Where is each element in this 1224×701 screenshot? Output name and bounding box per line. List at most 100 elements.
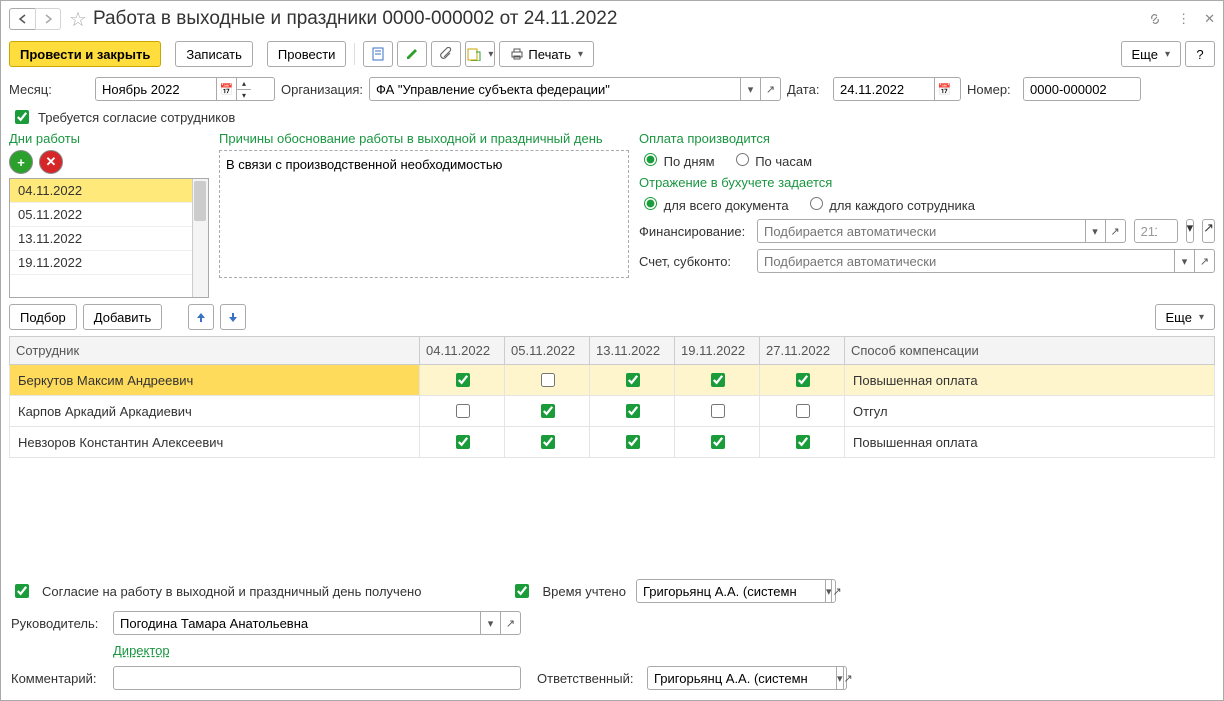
col-comp[interactable]: Способ компенсации (845, 337, 1215, 365)
day-checkbox[interactable] (541, 373, 555, 387)
day-checkbox[interactable] (456, 373, 470, 387)
link-icon[interactable] (1147, 11, 1163, 27)
day-checkbox[interactable] (626, 404, 640, 418)
day-checkbox[interactable] (796, 404, 810, 418)
nav-forward-button[interactable] (35, 8, 61, 30)
open-icon[interactable]: ↗ (831, 580, 841, 602)
consent-required-checkbox[interactable] (15, 110, 29, 124)
month-up[interactable]: ▴ (237, 78, 251, 89)
dropdown-icon[interactable]: ▾ (1174, 250, 1194, 272)
move-down-button[interactable] (220, 304, 246, 330)
calendar-icon[interactable]: 📅 (216, 78, 236, 100)
date-row[interactable]: 13.11.2022 (10, 227, 208, 251)
open-icon[interactable]: ↗ (1202, 219, 1215, 243)
day-checkbox[interactable] (456, 435, 470, 449)
account-input[interactable]: ▾ ↗ (757, 249, 1215, 273)
cell-check[interactable] (590, 427, 675, 458)
add-row-button[interactable]: Добавить (83, 304, 162, 330)
dropdown-icon[interactable]: ▾ (1186, 219, 1195, 243)
time-user-input[interactable]: ▾ ↗ (636, 579, 836, 603)
day-checkbox[interactable] (541, 404, 555, 418)
edit-icon-button[interactable] (397, 41, 427, 67)
radio-for-each[interactable]: для каждого сотрудника (805, 194, 975, 213)
col-employee[interactable]: Сотрудник (10, 337, 420, 365)
col-date[interactable]: 19.11.2022 (675, 337, 760, 365)
cell-check[interactable] (420, 427, 505, 458)
day-checkbox[interactable] (626, 435, 640, 449)
comment-input[interactable] (113, 666, 521, 690)
date-row[interactable]: 05.11.2022 (10, 203, 208, 227)
cell-check[interactable] (420, 365, 505, 396)
cell-check[interactable] (675, 396, 760, 427)
star-icon[interactable]: ☆ (69, 7, 87, 32)
day-checkbox[interactable] (711, 435, 725, 449)
date-row[interactable]: 04.11.2022 (10, 179, 208, 203)
cell-check[interactable] (505, 365, 590, 396)
kebab-icon[interactable]: ⋮ (1177, 11, 1190, 27)
save-button[interactable]: Записать (175, 41, 253, 67)
post-and-close-button[interactable]: Провести и закрыть (9, 41, 161, 67)
cell-check[interactable] (675, 427, 760, 458)
remove-date-button[interactable]: ✕ (39, 150, 63, 174)
day-checkbox[interactable] (541, 435, 555, 449)
close-icon[interactable]: ✕ (1204, 11, 1215, 27)
cell-check[interactable] (505, 427, 590, 458)
cell-check[interactable] (760, 396, 845, 427)
cell-comp[interactable]: Повышенная оплата (845, 365, 1215, 396)
col-date[interactable]: 13.11.2022 (590, 337, 675, 365)
radio-for-doc[interactable]: для всего документа (639, 194, 789, 213)
cell-check[interactable] (420, 396, 505, 427)
cell-check[interactable] (590, 365, 675, 396)
cell-check[interactable] (675, 365, 760, 396)
col-date[interactable]: 05.11.2022 (505, 337, 590, 365)
head-input[interactable]: ▾ ↗ (113, 611, 521, 635)
month-input[interactable]: 📅 ▴ ▾ (95, 77, 275, 101)
cell-employee[interactable]: Беркутов Максим Андреевич (10, 365, 420, 396)
attach-icon-button[interactable] (431, 41, 461, 67)
number-input[interactable] (1023, 77, 1141, 101)
cell-comp[interactable]: Повышенная оплата (845, 427, 1215, 458)
resp-input[interactable]: ▾ ↗ (647, 666, 847, 690)
dropdown-icon[interactable]: ▾ (480, 612, 500, 634)
consent-received-checkbox[interactable] (15, 584, 29, 598)
radio-by-days[interactable]: По дням (639, 150, 715, 169)
col-date[interactable]: 04.11.2022 (420, 337, 505, 365)
time-counted-checkbox[interactable] (515, 584, 529, 598)
scrollbar[interactable] (192, 179, 208, 297)
day-checkbox[interactable] (796, 435, 810, 449)
dropdown-icon[interactable]: ▾ (1085, 220, 1105, 242)
date-input[interactable]: 📅 (833, 77, 961, 101)
code-input[interactable] (1134, 219, 1178, 243)
open-icon[interactable]: ↗ (1105, 220, 1125, 242)
open-icon[interactable]: ↗ (760, 78, 780, 100)
cell-check[interactable] (760, 427, 845, 458)
cell-check[interactable] (760, 365, 845, 396)
help-button[interactable]: ? (1185, 41, 1215, 67)
cell-employee[interactable]: Карпов Аркадий Аркадиевич (10, 396, 420, 427)
nav-back-button[interactable] (9, 8, 35, 30)
reason-textarea[interactable]: В связи с производственной необходимость… (219, 150, 629, 278)
org-input[interactable]: ▾ ↗ (369, 77, 781, 101)
cell-check[interactable] (590, 396, 675, 427)
report-icon-button[interactable] (363, 41, 393, 67)
date-row[interactable]: 19.11.2022 (10, 251, 208, 275)
col-date[interactable]: 27.11.2022 (760, 337, 845, 365)
post-button[interactable]: Провести (267, 41, 347, 67)
day-checkbox[interactable] (456, 404, 470, 418)
director-link[interactable]: Директор (113, 643, 170, 658)
month-down[interactable]: ▾ (237, 89, 251, 100)
open-icon[interactable]: ↗ (1194, 250, 1214, 272)
more-button[interactable]: Еще (1121, 41, 1181, 67)
day-checkbox[interactable] (626, 373, 640, 387)
create-from-button[interactable] (465, 41, 495, 67)
calendar-icon[interactable]: 📅 (934, 78, 954, 100)
cell-check[interactable] (505, 396, 590, 427)
financing-input[interactable]: ▾ ↗ (757, 219, 1126, 243)
table-row[interactable]: Беркутов Максим Андреевич Повышенная опла… (10, 365, 1215, 396)
date-list[interactable]: 04.11.2022 05.11.2022 13.11.2022 19.11.2… (9, 178, 209, 298)
move-up-button[interactable] (188, 304, 214, 330)
table-more-button[interactable]: Еще (1155, 304, 1215, 330)
open-icon[interactable]: ↗ (843, 667, 853, 689)
add-date-button[interactable]: + (9, 150, 33, 174)
cell-comp[interactable]: Отгул (845, 396, 1215, 427)
